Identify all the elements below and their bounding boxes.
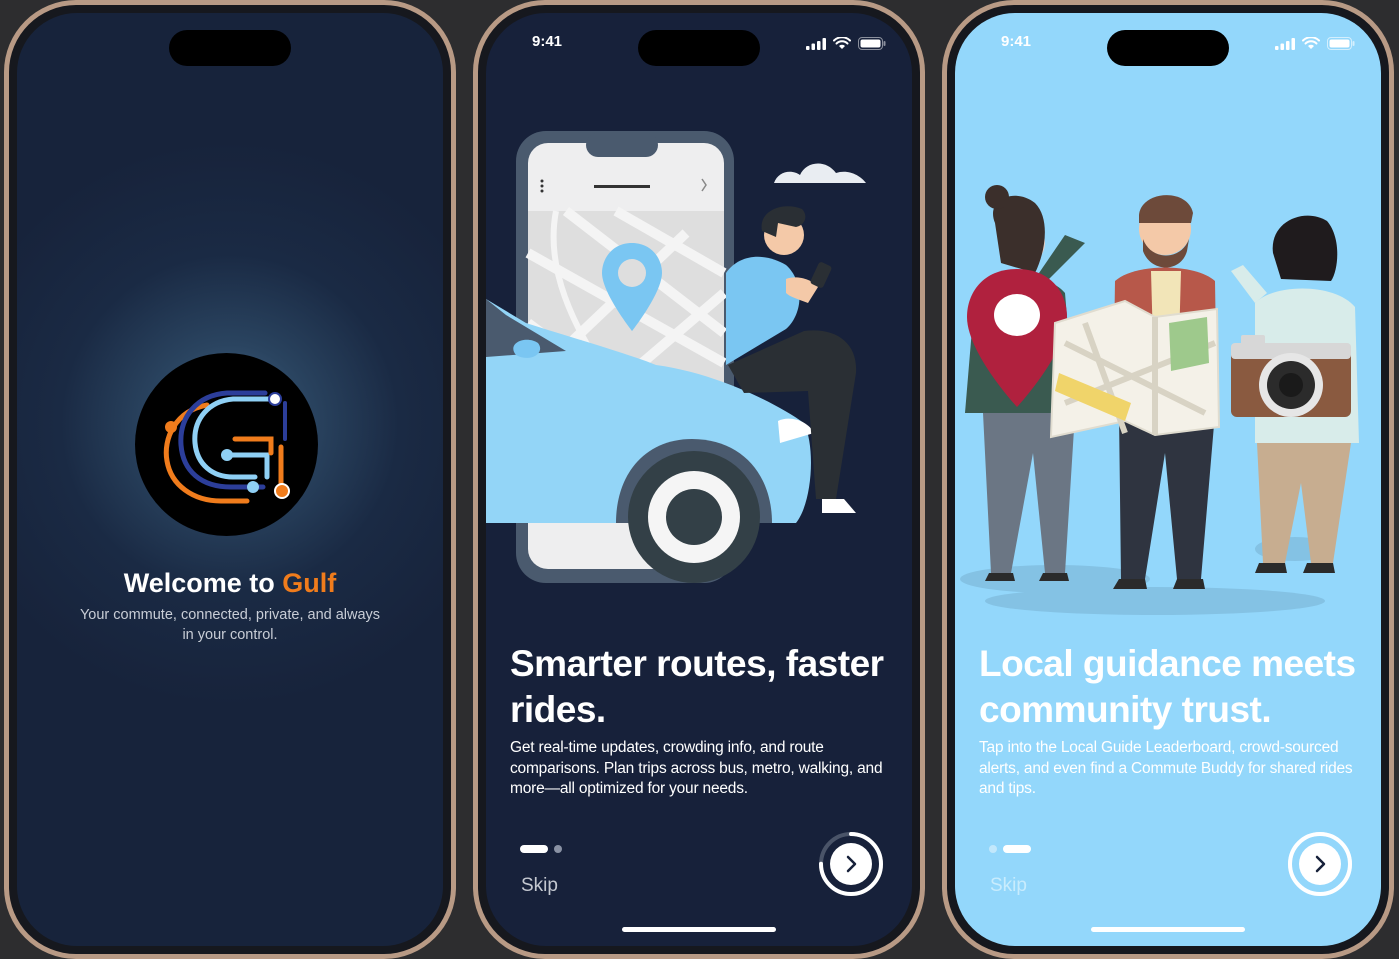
car-map-illustration xyxy=(486,103,912,623)
routes-screen: 9:41 Smarter routes, faster rides. Get r… xyxy=(486,13,912,946)
dynamic-island xyxy=(169,30,291,66)
signal-icon xyxy=(1275,37,1295,50)
gulf-logo-icon xyxy=(135,353,318,536)
dynamic-island xyxy=(638,30,760,66)
onboarding-headline: Local guidance meets community trust. xyxy=(979,643,1356,730)
dynamic-island xyxy=(1107,30,1229,66)
welcome-brand: Gulf xyxy=(282,568,337,598)
skip-button[interactable]: Skip xyxy=(990,875,1027,897)
page-dot[interactable] xyxy=(989,845,997,853)
welcome-title: Welcome to Gulf xyxy=(17,568,443,599)
community-screen: 9:41 Local guidance meets community trus… xyxy=(955,13,1381,946)
battery-icon xyxy=(1327,37,1355,50)
community-illustration xyxy=(955,103,1381,623)
signal-icon xyxy=(806,37,826,50)
phone-routes: 9:41 Smarter routes, faster rides. Get r… xyxy=(473,0,925,959)
page-dot-active[interactable] xyxy=(520,845,548,853)
wifi-icon xyxy=(1302,37,1320,49)
page-dot-active[interactable] xyxy=(1003,845,1031,853)
status-icons xyxy=(806,37,886,50)
welcome-subtitle: Your commute, connected, private, and al… xyxy=(79,607,381,643)
skip-button[interactable]: Skip xyxy=(521,875,558,897)
wifi-icon xyxy=(833,37,851,49)
home-indicator xyxy=(1091,927,1245,932)
phone-community: 9:41 Local guidance meets community trus… xyxy=(942,0,1394,959)
onboarding-body: Tap into the Local Guide Leaderboard, cr… xyxy=(979,739,1353,797)
next-button[interactable] xyxy=(818,831,884,897)
page-indicator[interactable] xyxy=(989,845,1031,853)
welcome-title-prefix: Welcome to xyxy=(123,568,283,598)
next-button[interactable] xyxy=(1287,831,1353,897)
status-time: 9:41 xyxy=(1001,33,1032,50)
status-time: 9:41 xyxy=(532,33,563,50)
status-icons xyxy=(1275,37,1355,50)
battery-icon xyxy=(858,37,886,50)
page-dot[interactable] xyxy=(554,845,562,853)
phone-welcome: Welcome to Gulf Your commute, connected,… xyxy=(4,0,456,959)
page-indicator[interactable] xyxy=(520,845,562,853)
home-indicator xyxy=(622,927,776,932)
welcome-screen: Welcome to Gulf Your commute, connected,… xyxy=(17,13,443,946)
onboarding-body: Get real-time updates, crowding info, an… xyxy=(510,739,883,797)
onboarding-headline: Smarter routes, faster rides. xyxy=(510,643,884,730)
